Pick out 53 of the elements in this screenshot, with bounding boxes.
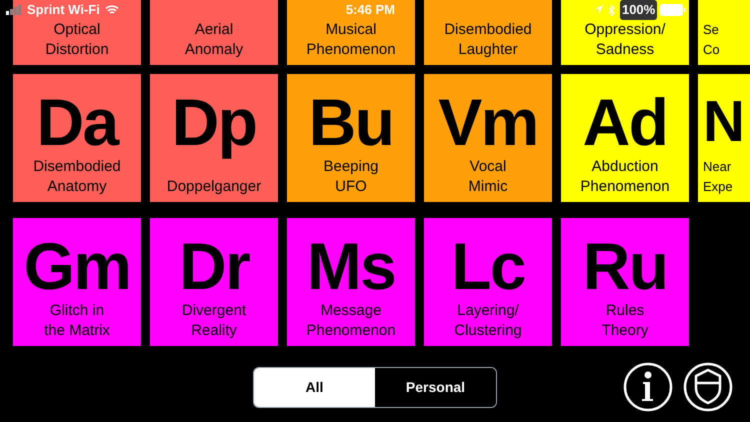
element-tile[interactable]: Ms Message Phenomenon [287, 218, 415, 346]
element-symbol: N [703, 88, 744, 156]
element-symbol: Gm [24, 231, 130, 301]
element-name: Divergent Reality [182, 301, 246, 341]
element-name: Beeping UFO [323, 157, 379, 197]
battery-icon [660, 4, 686, 16]
element-name: Disembodied Anatomy [33, 157, 121, 197]
bluetooth-icon [608, 4, 615, 16]
element-name: Doppelganger [166, 177, 262, 197]
element-tile[interactable]: Dr Divergent Reality [150, 218, 278, 346]
element-tile[interactable]: Aerial Anomaly [150, 0, 278, 65]
element-symbol: Da [36, 87, 118, 157]
shield-icon[interactable] [683, 362, 733, 412]
element-name: Abduction Phenomenon [580, 157, 670, 197]
element-symbol: Dr [178, 231, 250, 301]
element-name: Near Expe [703, 158, 733, 196]
element-name: Rules Theory [602, 301, 648, 341]
element-symbol: Dp [172, 87, 256, 157]
element-tile[interactable]: Lc Layering/ Clustering [424, 218, 552, 346]
element-symbol: Vm [438, 87, 538, 157]
location-icon [594, 5, 603, 15]
element-name: Glitch in the Matrix [44, 301, 110, 341]
element-tile[interactable]: Ad Abduction Phenomenon [561, 74, 689, 202]
element-symbol: Bu [308, 87, 394, 157]
element-tile[interactable]: Da Disembodied Anatomy [13, 74, 141, 202]
wifi-icon [104, 5, 119, 15]
element-name: Message Phenomenon [306, 301, 396, 341]
element-name: Oppression/ Sadness [584, 20, 666, 60]
element-tile[interactable]: Gm Glitch in the Matrix [13, 218, 141, 346]
element-tile[interactable]: Disembodied Laughter [424, 0, 552, 65]
filter-segment[interactable]: All [254, 368, 375, 406]
element-name: Layering/ Clustering [454, 301, 522, 341]
element-name: Aerial Anomaly [184, 20, 244, 60]
element-symbol: Ms [306, 231, 396, 301]
element-tile[interactable]: Se Co [698, 0, 750, 65]
element-name: Se Co [703, 21, 720, 59]
status-time: 5:46 PM [346, 1, 395, 20]
signal-icon [6, 5, 24, 15]
element-name: Disembodied Laughter [444, 20, 532, 60]
carrier-label: Sprint Wi-Fi [27, 1, 100, 20]
info-icon[interactable] [623, 362, 673, 412]
element-symbol: Lc [451, 231, 525, 301]
element-symbol: Ad [582, 87, 668, 157]
element-tile[interactable]: Dp Doppelganger [150, 74, 278, 202]
battery-percent: 100% [620, 0, 658, 20]
element-tile[interactable]: Bu Beeping UFO [287, 74, 415, 202]
element-symbol: Ru [582, 231, 668, 301]
element-name: Optical Distortion [45, 20, 109, 60]
element-name: Musical Phenomenon [306, 20, 396, 60]
element-tile[interactable]: Ru Rules Theory [561, 218, 689, 346]
element-name: Vocal Mimic [468, 157, 508, 197]
element-tile[interactable]: N Near Expe [698, 74, 750, 202]
element-tile[interactable]: Vm Vocal Mimic [424, 74, 552, 202]
